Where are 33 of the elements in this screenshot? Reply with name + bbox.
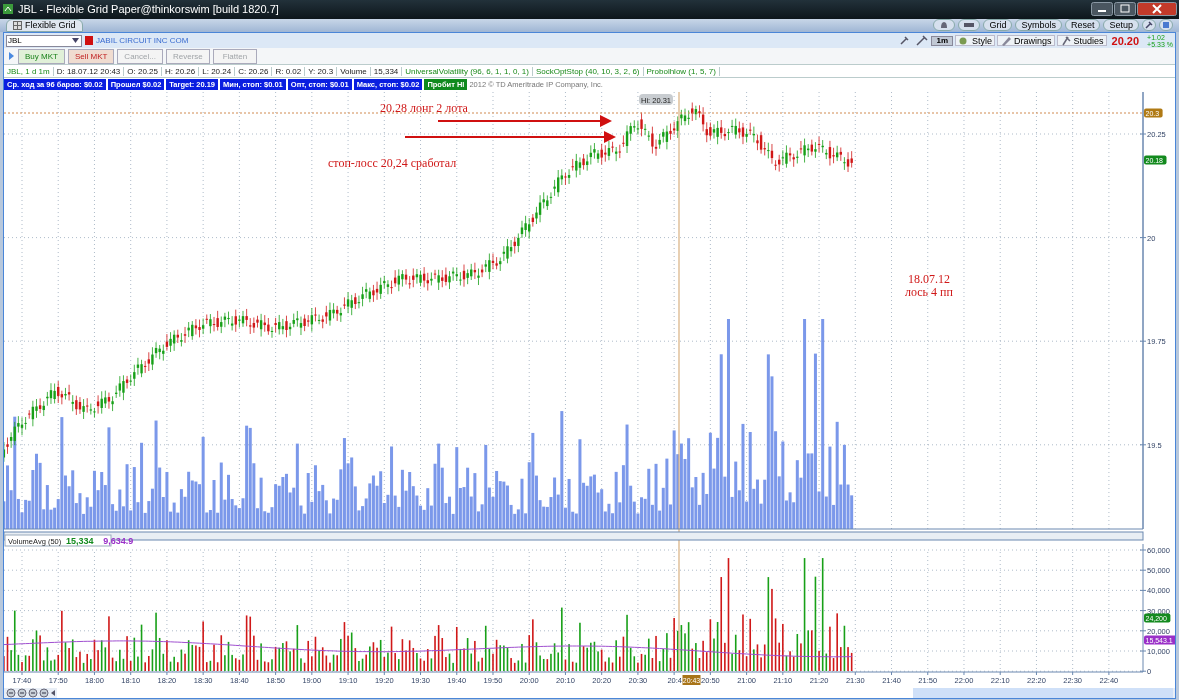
header-cell: O: 20.25 [124,66,162,76]
window-title: JBL - Flexible Grid Paper@thinkorswim [build 1820.7] [18,3,279,16]
toolbar-button[interactable]: Drawings [997,35,1055,46]
study-value: 9,634.9 [103,536,134,546]
last-price: 20.20 [1111,34,1140,47]
annotation-text: стоп-лосс 20,24 сработал [328,156,457,170]
header-cell: D: 18.07.12 20:43 [53,66,125,76]
header-cell: R: 0.02 [272,66,306,76]
header-cell: H: 20.26 [162,66,200,76]
order-button[interactable]: Sell MKT [67,48,115,64]
study-label: Probolhlow (1, 5, 7) [643,66,720,76]
annotation-text: 18.07.12 [908,272,950,286]
timeframe-button[interactable]: 1m [931,35,953,46]
symbol-description: JABIL CIRCUIT INC COM [96,36,189,45]
toolbar-button[interactable]: Style [955,35,996,46]
order-button[interactable]: Buy MKT [18,48,65,64]
annotation-text: 20.28 лонг 2 лота [380,101,468,115]
header-cell: 15,334 [370,66,403,76]
toolbar-button[interactable]: Studies [1056,35,1107,46]
header-cell: L: 20.24 [199,66,236,76]
toolbar-button[interactable]: Symbols [1015,19,1062,32]
header-cell: JBL, 1 d 1m [4,66,54,76]
toolbar-button[interactable]: Reset [1064,19,1101,32]
symbol-field[interactable]: JBL [6,34,82,47]
study-label: UniversalVolatility (96, 6, 1, 1, 0, 1) [402,66,533,76]
header-cell: C: 20.26 [235,66,273,76]
study-label: SockOptStop (40, 10, 3, 2, 6) [532,66,644,76]
header-cell: Volume [337,66,371,76]
toolbar-button[interactable]: Grid [983,19,1013,32]
header-cell: Y: 20.3 [305,66,338,76]
annotation-text: лось 4 пп [905,285,953,299]
study-value: 15,334 [66,536,94,546]
toolbar-button[interactable]: Setup [1103,19,1139,32]
